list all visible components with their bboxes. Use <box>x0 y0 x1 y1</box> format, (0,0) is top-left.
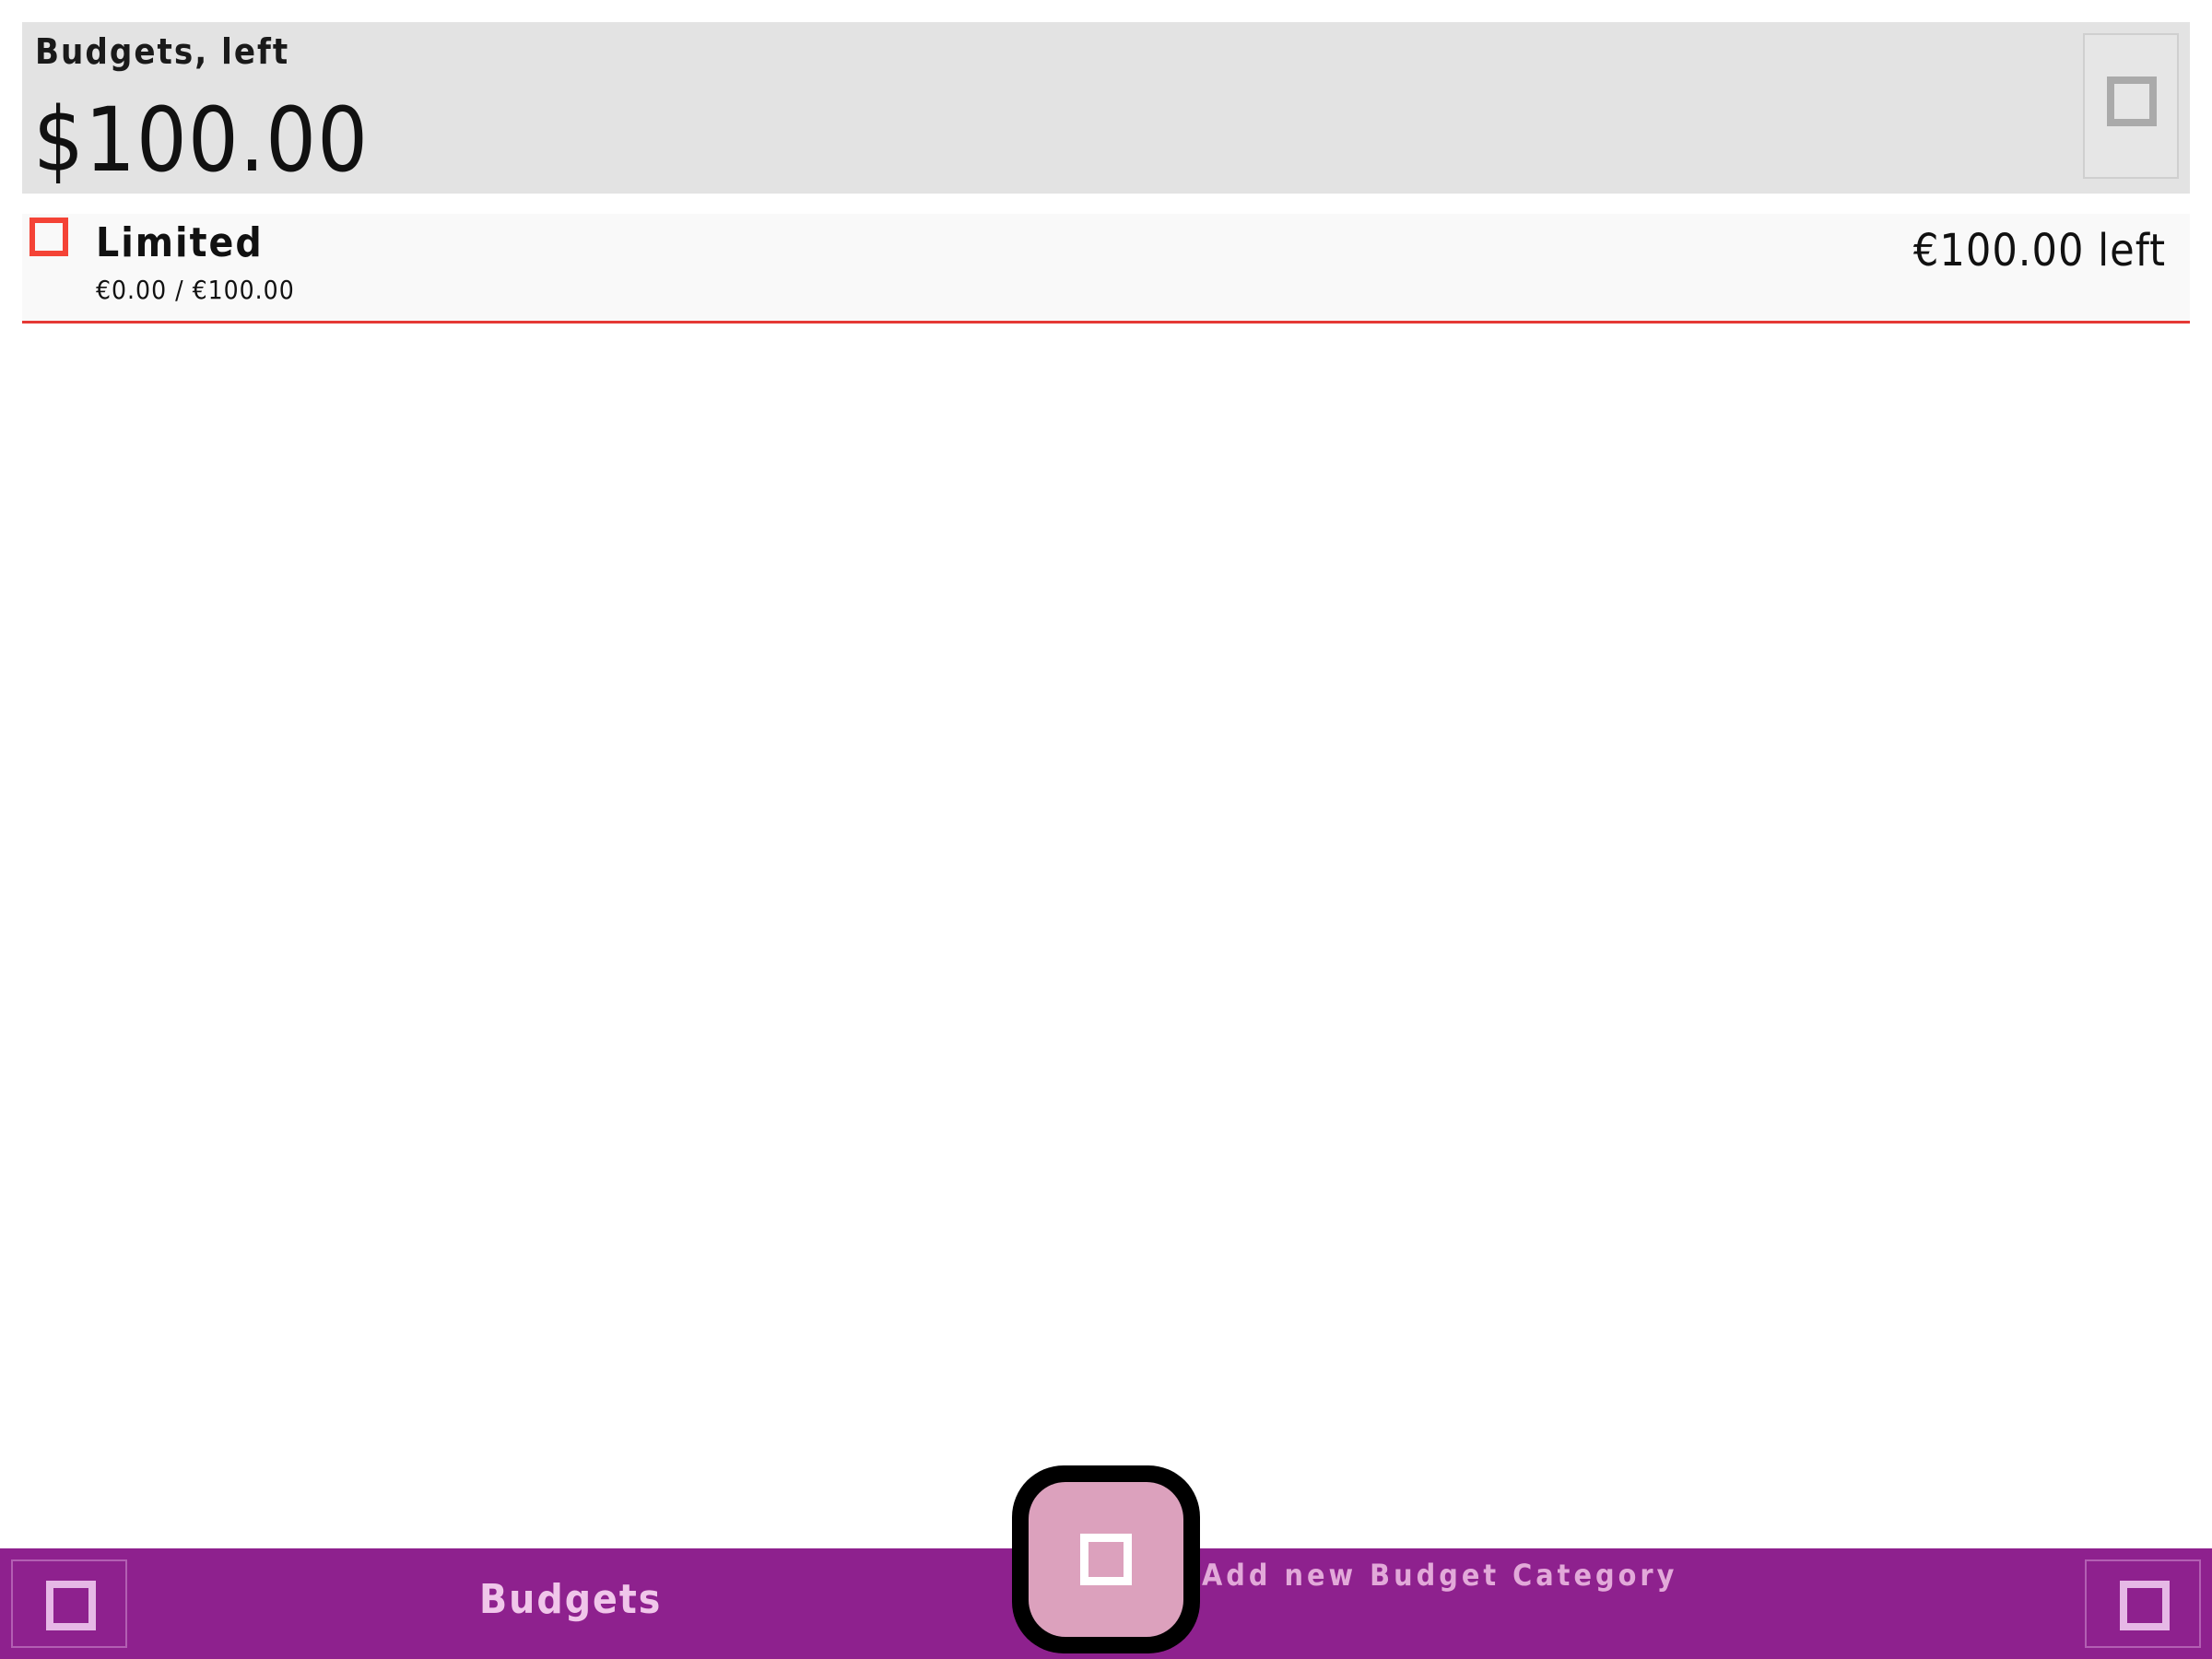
summary-amount: $100.00 <box>33 88 370 192</box>
bottom-bar-title: Budgets <box>479 1576 663 1623</box>
fab-surface <box>1029 1482 1183 1637</box>
square-icon <box>2120 1581 2170 1630</box>
add-budget-category-button[interactable] <box>1012 1465 1200 1653</box>
summary-label: Budgets, left <box>35 31 290 72</box>
menu-button[interactable] <box>11 1559 127 1648</box>
square-icon <box>1080 1534 1132 1585</box>
more-button[interactable] <box>2085 1559 2201 1648</box>
budget-remaining: €100.00 left <box>1912 225 2166 276</box>
budget-list-item[interactable]: Limited €0.00 / €100.00 €100.00 left <box>22 214 2190 324</box>
budgets-screen: Budgets, left $100.00 Limited €0.00 / €1… <box>0 0 2212 1659</box>
square-icon <box>2107 76 2157 126</box>
budget-progress-text: €0.00 / €100.00 <box>96 275 295 305</box>
summary-action-button[interactable] <box>2083 33 2179 179</box>
square-icon <box>46 1581 96 1630</box>
budget-name: Limited <box>96 219 264 266</box>
budget-summary-card: Budgets, left $100.00 <box>22 22 2190 194</box>
fab-label: Add new Budget Category <box>1202 1558 1678 1593</box>
budget-category-icon <box>29 218 68 256</box>
